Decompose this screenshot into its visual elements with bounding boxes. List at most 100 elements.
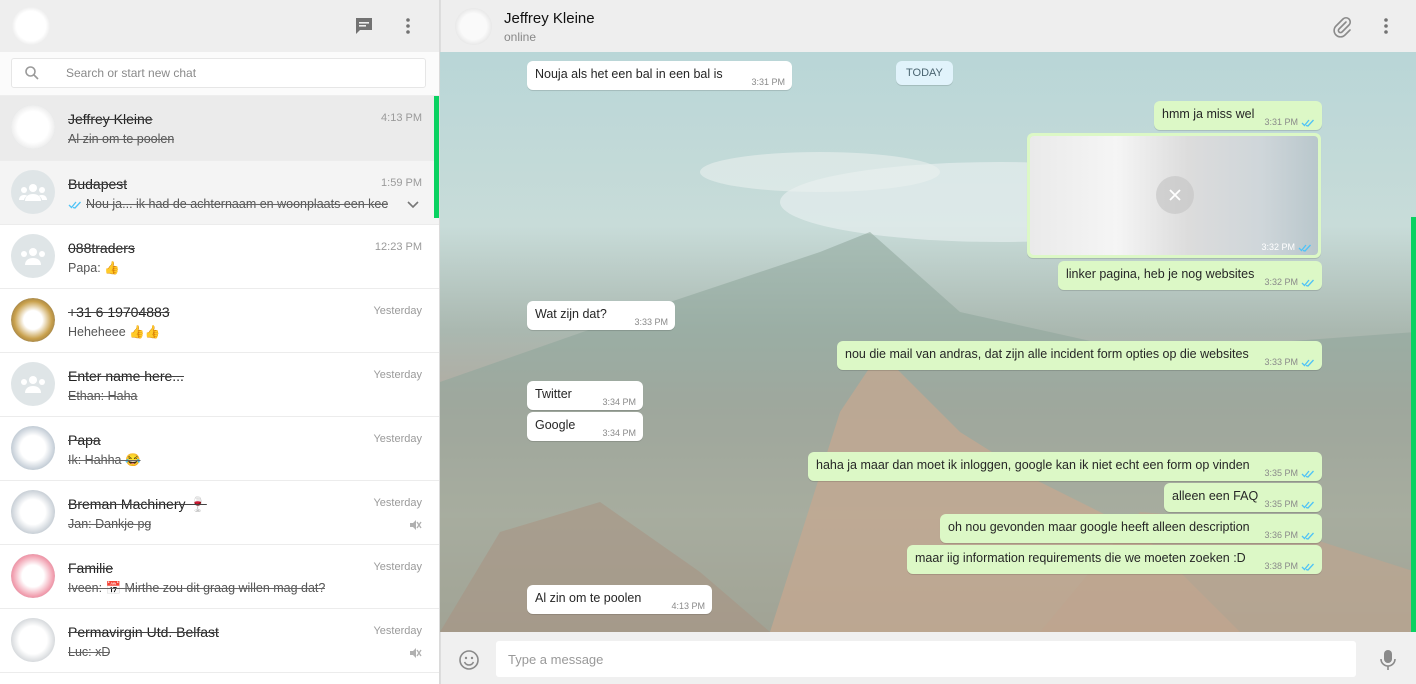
message-outgoing[interactable]: alleen een FAQ 3:35 PM	[1164, 483, 1322, 512]
double-tick-icon	[1301, 501, 1314, 509]
chat-time: 12:23 PM	[374, 241, 422, 253]
mute-icon	[410, 648, 422, 658]
mic-icon[interactable]	[1378, 648, 1398, 672]
message-text: haha ja maar dan moet ik inloggen, googl…	[816, 458, 1250, 472]
group-icon	[19, 184, 47, 201]
message-time: 3:36 PM	[1264, 530, 1298, 540]
contact-name[interactable]: Jeffrey Kleine	[504, 10, 595, 27]
message-outgoing[interactable]: linker pagina, heb je nog websites 3:32 …	[1058, 261, 1322, 290]
chat-item-jeffrey-kleine[interactable]: Jeffrey Kleine 4:13 PM Al zin om te pool…	[0, 96, 439, 161]
double-tick-icon	[1298, 244, 1311, 252]
message-meta: 3:32 PM	[1264, 277, 1315, 287]
chat-name: Permavirgin Utd. Belfast	[68, 624, 219, 640]
message-meta: 3:38 PM	[1264, 561, 1315, 571]
search-input[interactable]	[66, 59, 416, 87]
chat-item-enter-name-here[interactable]: Enter name here... Yesterday Ethan: Haha	[0, 353, 439, 417]
chat-preview: Heheheee 👍👍	[68, 325, 161, 339]
message-outgoing[interactable]: maar iig information requirements die we…	[907, 545, 1322, 574]
message-incoming[interactable]: Nouja als het een bal in een bal is 3:31…	[527, 61, 792, 90]
date-divider: TODAY	[896, 61, 953, 85]
message-text: linker pagina, heb je nog websites	[1066, 267, 1255, 281]
message-outgoing[interactable]: hmm ja miss wel 3:31 PM	[1154, 101, 1322, 130]
contact-status: online	[504, 30, 537, 44]
chat-item-088traders[interactable]: 088traders 12:23 PM Papa: 👍	[0, 225, 439, 289]
message-text: nou die mail van andras, dat zijn alle i…	[845, 347, 1249, 361]
chat-name: Enter name here...	[68, 368, 184, 384]
chat-preview: Ik: Hahha 😂	[68, 453, 141, 467]
scrollbar-indicator[interactable]	[434, 96, 439, 218]
message-time: 3:31 PM	[1264, 117, 1298, 127]
menu-dots-icon[interactable]	[1374, 14, 1398, 38]
message-meta: 3:31 PM	[1264, 117, 1315, 127]
message-meta: 3:35 PM	[1264, 468, 1315, 478]
message-meta: 3:33 PM	[634, 317, 668, 327]
double-tick-icon	[1301, 279, 1314, 287]
chat-item-breman-machinery[interactable]: Breman Machinery 🍷 Yesterday Jan: Dankje…	[0, 481, 439, 545]
message-time: 3:35 PM	[1264, 468, 1298, 478]
my-avatar[interactable]	[12, 7, 50, 45]
chevron-down-icon[interactable]	[406, 197, 420, 211]
chat-preview: Jan: Dankje pg	[68, 517, 152, 531]
group-avatar	[11, 362, 55, 406]
chat-preview: Iveen: 📅 Mirthe zou dit graag willen mag…	[68, 581, 326, 595]
avatar	[11, 105, 55, 149]
chat-item-permavirgin[interactable]: Permavirgin Utd. Belfast Yesterday Luc: …	[0, 609, 439, 673]
conversation-header: Jeffrey Kleine online	[440, 0, 1416, 52]
message-meta: 3:32 PM	[1261, 242, 1312, 252]
chat-time: Yesterday	[373, 305, 422, 317]
message-outgoing[interactable]: oh nou gevonden maar google heeft alleen…	[940, 514, 1322, 543]
message-area[interactable]: TODAY Nouja als het een bal in een bal i…	[440, 52, 1416, 632]
chat-preview: Papa: 👍	[68, 261, 120, 275]
image-thumbnail[interactable]: 3:32 PM	[1030, 136, 1318, 255]
message-incoming[interactable]: Google 3:34 PM	[527, 412, 643, 441]
search-bar	[0, 52, 439, 96]
message-incoming[interactable]: Wat zijn dat? 3:33 PM	[527, 301, 675, 330]
chat-name: Breman Machinery 🍷	[68, 496, 207, 512]
message-text: alleen een FAQ	[1172, 489, 1259, 503]
menu-dots-icon[interactable]	[396, 14, 420, 38]
message-text: Al zin om te poolen	[535, 591, 642, 605]
message-text: maar iig information requirements die we…	[915, 551, 1246, 565]
group-avatar	[11, 234, 55, 278]
search-box	[11, 58, 426, 88]
message-meta: 3:36 PM	[1264, 530, 1315, 540]
chat-time: 4:13 PM	[381, 112, 422, 124]
message-meta: 3:35 PM	[1264, 499, 1315, 509]
chat-time: Yesterday	[373, 561, 422, 573]
double-tick-icon	[68, 201, 81, 209]
chat-item-familie[interactable]: Familie Yesterday Iveen: 📅 Mirthe zou di…	[0, 545, 439, 609]
message-meta: 3:34 PM	[602, 428, 636, 438]
message-meta: 4:13 PM	[671, 601, 705, 611]
group-avatar	[11, 170, 55, 214]
image-message[interactable]: 3:32 PM	[1027, 133, 1321, 258]
message-outgoing[interactable]: nou die mail van andras, dat zijn alle i…	[837, 341, 1322, 370]
new-chat-icon[interactable]	[352, 14, 376, 38]
chat-item-phone-number[interactable]: +31 6 19704883 Yesterday Heheheee 👍👍	[0, 289, 439, 353]
message-time: 3:34 PM	[602, 428, 636, 438]
message-incoming[interactable]: Twitter 3:34 PM	[527, 381, 643, 410]
chat-name: Budapest	[68, 176, 128, 192]
message-outgoing[interactable]: haha ja maar dan moet ik inloggen, googl…	[808, 452, 1322, 481]
emoji-icon[interactable]	[458, 649, 480, 671]
chat-time: Yesterday	[373, 433, 422, 445]
mute-icon	[410, 520, 422, 530]
message-text: Nouja als het een bal in een bal is	[535, 67, 723, 81]
double-tick-icon	[1301, 359, 1314, 367]
message-scrollbar[interactable]	[1411, 217, 1416, 632]
chat-item-papa[interactable]: Papa Yesterday Ik: Hahha 😂	[0, 417, 439, 481]
avatar	[11, 426, 55, 470]
contact-avatar[interactable]	[455, 8, 492, 45]
avatar	[11, 490, 55, 534]
message-time: 3:33 PM	[634, 317, 668, 327]
chat-preview: Nou ja... ik had de achternaam en woonpl…	[86, 197, 388, 211]
chat-item-budapest[interactable]: Budapest 1:59 PM Nou ja... ik had de ach…	[0, 161, 439, 225]
chat-list: Jeffrey Kleine 4:13 PM Al zin om te pool…	[0, 96, 439, 673]
chat-preview: Ethan: Haha	[68, 389, 138, 403]
chat-preview: Luc: xD	[68, 645, 111, 659]
chat-preview: Al zin om te poolen	[68, 132, 175, 146]
chat-name: Papa	[68, 432, 101, 448]
attach-icon[interactable]	[1331, 16, 1353, 38]
message-input[interactable]	[496, 641, 1356, 677]
message-incoming[interactable]: Al zin om te poolen 4:13 PM	[527, 585, 712, 614]
close-icon[interactable]	[1156, 176, 1194, 214]
